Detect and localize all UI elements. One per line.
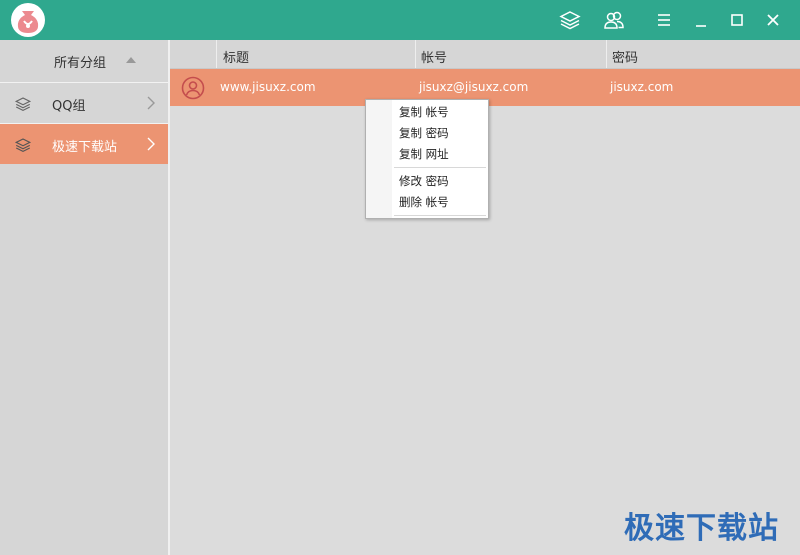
- watermark-text: 极速下载站: [624, 511, 779, 546]
- row-title: www.jisuxz.com: [220, 80, 316, 94]
- minimize-icon[interactable]: [689, 8, 713, 32]
- chevron-right-icon: [146, 96, 156, 113]
- close-icon[interactable]: [761, 8, 785, 32]
- menu-item-copy-url[interactable]: 复制 网址: [399, 146, 449, 162]
- menu-gutter: [366, 100, 392, 218]
- layers-icon: [14, 95, 32, 116]
- column-divider: [415, 40, 416, 68]
- column-divider: [606, 40, 607, 68]
- user-avatar-icon: [181, 76, 205, 103]
- sidebar-item-label: 极速下载站: [52, 140, 118, 155]
- context-menu: 复制 帐号 复制 密码 复制 网址 修改 密码 删除 帐号: [365, 99, 489, 219]
- sidebar-item-label: QQ组: [52, 99, 86, 114]
- layers-icon[interactable]: [558, 8, 582, 32]
- column-header-account[interactable]: 帐号: [421, 47, 447, 66]
- title-bar: [0, 0, 800, 40]
- group-sidebar: 所有分组 QQ组 极速下载站: [0, 40, 170, 555]
- logo-icon: [11, 3, 45, 37]
- all-groups-label: 所有分组: [53, 56, 106, 71]
- menu-item-edit-password[interactable]: 修改 密码: [399, 173, 449, 189]
- caret-up-icon[interactable]: [126, 57, 136, 63]
- menu-separator: [394, 215, 486, 216]
- menu-item-copy-account[interactable]: 复制 帐号: [399, 104, 449, 120]
- sidebar-item-qq-group[interactable]: QQ组: [0, 82, 168, 124]
- row-account: jisuxz@jisuxz.com: [419, 80, 529, 94]
- chevron-right-icon: [146, 137, 156, 154]
- maximize-icon[interactable]: [725, 8, 749, 32]
- row-password: jisuxz.com: [610, 80, 674, 94]
- menu-icon[interactable]: [652, 8, 676, 32]
- menu-item-delete-account[interactable]: 删除 帐号: [399, 194, 449, 210]
- column-header-password[interactable]: 密码: [612, 47, 638, 66]
- sidebar-item-jisu-download[interactable]: 极速下载站: [0, 124, 168, 164]
- users-icon[interactable]: [602, 8, 626, 32]
- all-groups-header[interactable]: 所有分组: [0, 40, 168, 80]
- menu-separator: [394, 167, 486, 168]
- menu-item-copy-password[interactable]: 复制 密码: [399, 125, 449, 141]
- column-divider: [216, 40, 217, 68]
- layers-icon: [14, 136, 32, 157]
- table-header: 标题 帐号 密码: [170, 40, 800, 69]
- column-header-title[interactable]: 标题: [223, 47, 249, 66]
